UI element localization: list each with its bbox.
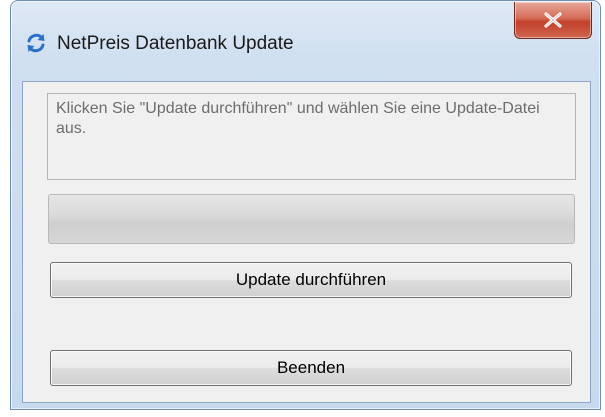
- progress-bar: [48, 194, 575, 244]
- close-icon: [544, 12, 562, 28]
- dialog-content: Klicken Sie "Update durchführen" und wäh…: [22, 81, 591, 403]
- refresh-icon: [25, 32, 47, 54]
- instruction-text-box: Klicken Sie "Update durchführen" und wäh…: [47, 93, 576, 180]
- exit-button[interactable]: Beenden: [50, 350, 572, 386]
- update-dialog-window: NetPreis Datenbank Update Klicken Sie "U…: [10, 0, 601, 410]
- close-button[interactable]: [514, 2, 592, 39]
- title-bar[interactable]: NetPreis Datenbank Update: [11, 1, 600, 81]
- update-button[interactable]: Update durchführen: [50, 262, 572, 298]
- window-title: NetPreis Datenbank Update: [57, 33, 294, 54]
- instruction-text: Klicken Sie "Update durchführen" und wäh…: [56, 100, 540, 137]
